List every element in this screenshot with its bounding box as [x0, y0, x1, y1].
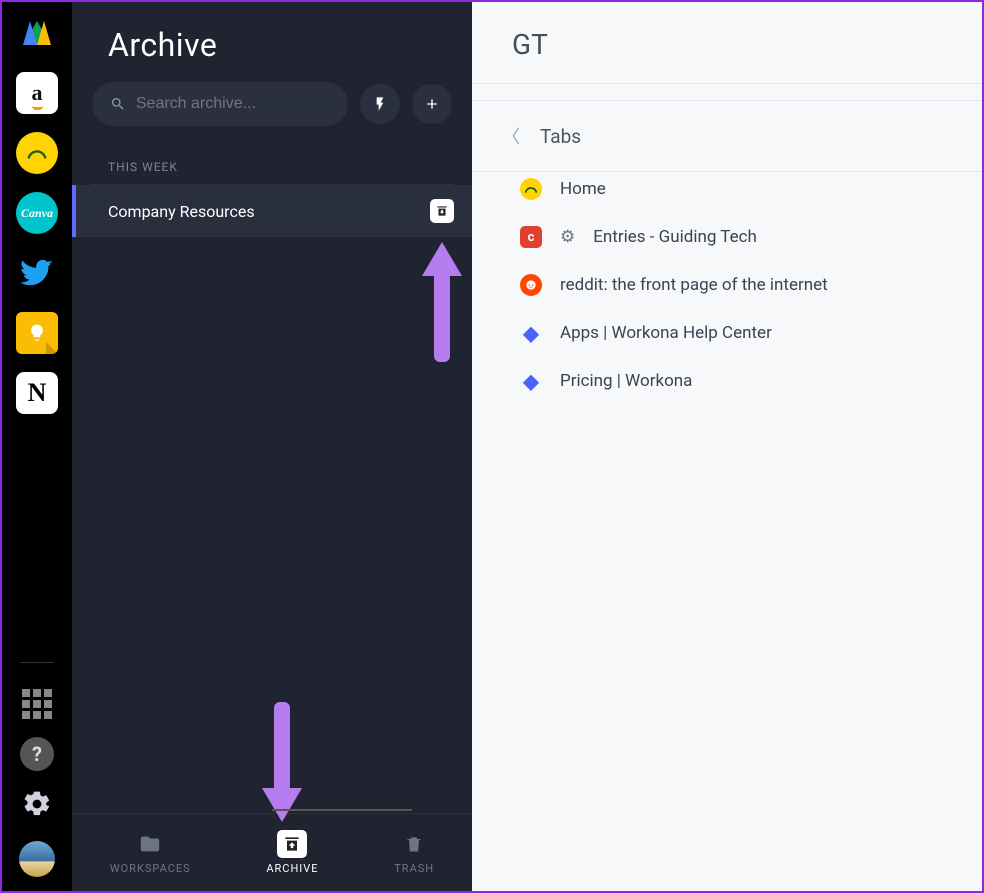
search-input-wrap[interactable] — [92, 82, 348, 126]
archive-bottom-nav: WORKSPACES ARCHIVE TRASH — [72, 813, 472, 891]
folder-icon — [135, 830, 165, 858]
trash-icon — [399, 830, 429, 858]
nav-trash[interactable]: TRASH — [394, 830, 434, 875]
tab-title: Apps | Workona Help Center — [560, 323, 772, 343]
favicon-reddit-icon — [520, 274, 542, 296]
settings-gear-icon[interactable] — [22, 789, 52, 823]
nav-label: ARCHIVE — [266, 862, 318, 875]
twitter-icon[interactable] — [16, 252, 58, 294]
search-icon — [110, 95, 126, 113]
tab-prefix-gear-icon: ⚙ — [560, 227, 575, 247]
favicon-workona-icon: ◆ — [520, 370, 542, 392]
add-button[interactable] — [412, 84, 452, 124]
plus-icon — [424, 96, 440, 112]
google-keep-icon[interactable] — [16, 312, 58, 354]
tab-item[interactable]: c ⚙ Entries - Guiding Tech — [520, 226, 982, 248]
user-avatar[interactable] — [19, 841, 55, 877]
favicon-workona-icon: ◆ — [520, 322, 542, 344]
unarchive-button[interactable] — [430, 199, 454, 223]
archive-panel: Archive THIS WEEK Company Resources — [72, 2, 472, 891]
canva-icon[interactable]: Canva — [16, 192, 58, 234]
search-input[interactable] — [136, 95, 330, 113]
rail-separator — [20, 662, 54, 663]
panel-breadcrumb[interactable]: 〈 Tabs — [472, 101, 982, 171]
chevron-left-icon: 〈 — [502, 123, 520, 149]
archive-icon — [277, 830, 307, 858]
tab-title: Pricing | Workona — [560, 371, 692, 391]
details-panel: GT 〈 Tabs Home c ⚙ Entries - Guiding Tec… — [472, 2, 982, 891]
tab-item[interactable]: reddit: the front page of the internet — [520, 274, 982, 296]
nav-indicator — [272, 809, 412, 811]
nav-label: WORKSPACES — [110, 862, 191, 875]
quick-switch-button[interactable] — [360, 84, 400, 124]
page-title: Archive — [72, 2, 472, 82]
nav-archive[interactable]: ARCHIVE — [266, 830, 318, 875]
tab-title: Home — [560, 179, 606, 199]
annotation-arrow-down — [262, 702, 302, 822]
panel-subtitle: Tabs — [540, 125, 581, 148]
apps-grid-icon[interactable] — [22, 689, 52, 719]
archive-box-down-icon — [435, 204, 449, 218]
basecamp-icon[interactable] — [16, 132, 58, 174]
tab-title: Entries - Guiding Tech — [593, 227, 757, 247]
tab-item[interactable]: ◆ Apps | Workona Help Center — [520, 322, 982, 344]
app-rail: a Canva N ? — [2, 2, 72, 891]
amazon-icon[interactable]: a — [16, 72, 58, 114]
notion-icon[interactable]: N — [16, 372, 58, 414]
nav-workspaces[interactable]: WORKSPACES — [110, 830, 191, 875]
favicon-site-icon: c — [520, 226, 542, 248]
tab-item[interactable]: Home — [520, 178, 982, 200]
bolt-icon — [372, 96, 388, 112]
tab-list: Home c ⚙ Entries - Guiding Tech reddit: … — [472, 172, 982, 392]
favicon-basecamp-icon — [520, 178, 542, 200]
archive-item[interactable]: Company Resources — [72, 185, 472, 237]
archive-item-title: Company Resources — [108, 202, 255, 221]
tab-title: reddit: the front page of the internet — [560, 275, 828, 295]
annotation-arrow-up — [422, 242, 462, 362]
help-icon[interactable]: ? — [20, 737, 54, 771]
nav-label: TRASH — [394, 862, 434, 875]
panel-title: GT — [472, 2, 982, 83]
section-header: THIS WEEK — [72, 126, 472, 184]
tab-item[interactable]: ◆ Pricing | Workona — [520, 370, 982, 392]
google-drive-icon[interactable] — [16, 12, 58, 54]
